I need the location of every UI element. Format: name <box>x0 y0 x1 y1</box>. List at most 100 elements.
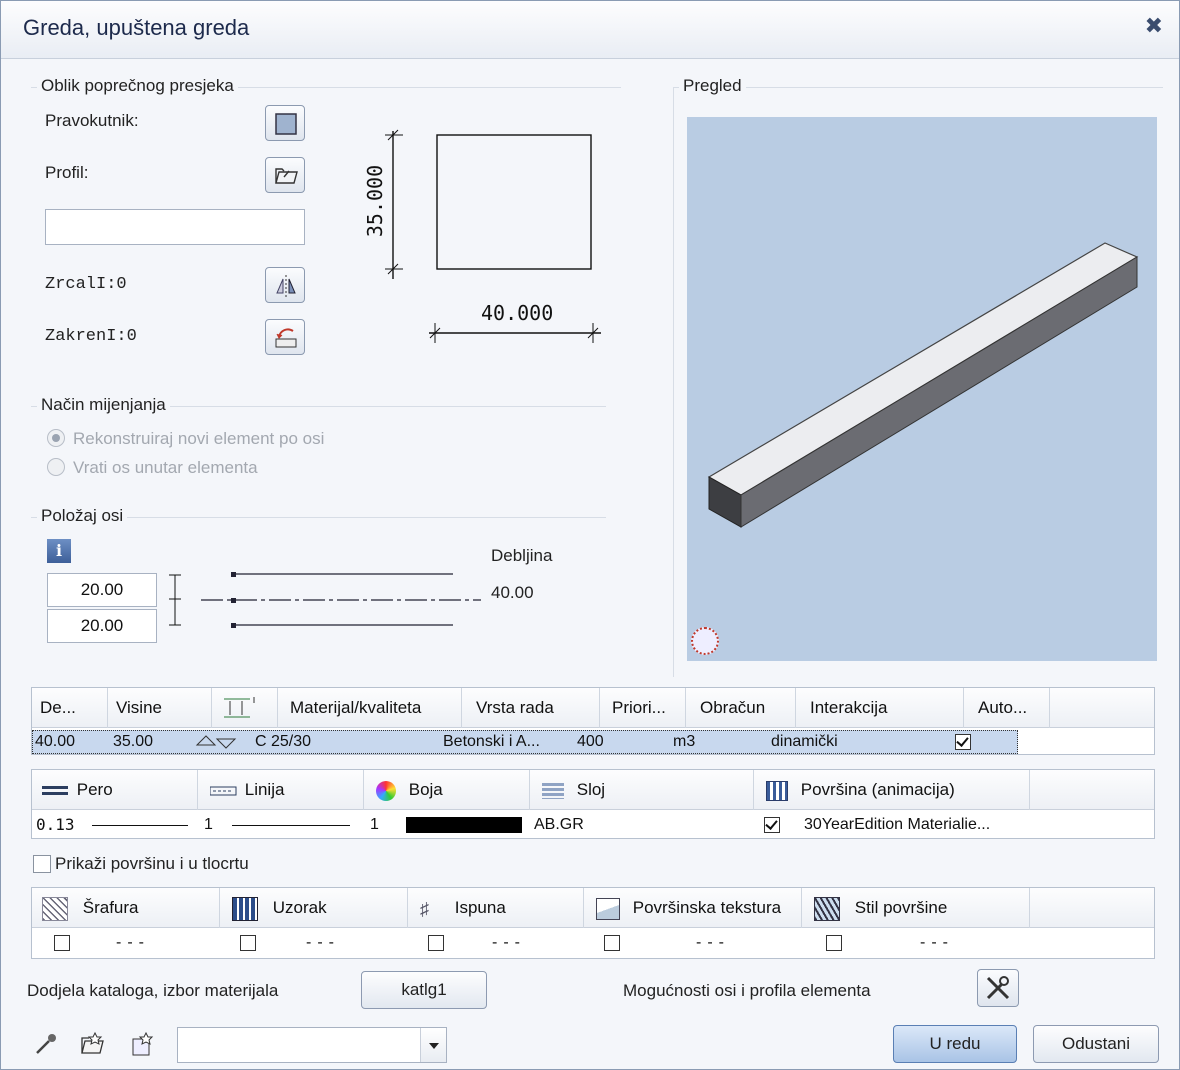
thickness-label: Debljina <box>491 546 553 565</box>
texture-icon <box>596 897 620 920</box>
header-priority[interactable]: Priori... <box>600 688 686 728</box>
axis-title: Položaj osi <box>37 506 128 526</box>
cell-material: C 25/30 <box>255 733 312 750</box>
rotate-label: ZakrenI:0 <box>45 327 137 346</box>
color-wheel-icon <box>376 780 396 801</box>
hatching-checkbox[interactable] <box>54 935 70 951</box>
open-favorite-icon[interactable] <box>79 1031 107 1057</box>
mirror-button[interactable] <box>265 267 305 303</box>
header-length[interactable]: De... <box>32 688 108 728</box>
cross-section-title: Oblik poprečnog presjeka <box>37 76 238 96</box>
mirror-label: ZrcalI:0 <box>45 275 127 294</box>
pen-icon <box>42 785 68 795</box>
header-surface-style[interactable]: Stil površine <box>802 888 1030 928</box>
axis-top-input[interactable]: 20.00 <box>47 573 157 607</box>
window-title: Greda, upuštena greda <box>23 15 250 40</box>
fill-checkbox[interactable] <box>428 935 444 951</box>
cell-interaction: dinamički <box>771 733 838 750</box>
close-icon[interactable]: ✖ <box>1145 13 1163 39</box>
radio-rebuild-label: Rekonstruiraj novi element po osi <box>73 429 325 448</box>
show-surface-checkbox[interactable] <box>33 855 51 873</box>
options-button[interactable] <box>977 969 1019 1007</box>
catalog-button[interactable]: katlg1 <box>361 971 487 1009</box>
pattern-value: --- <box>306 934 340 951</box>
header-surface[interactable]: Površina (animacija) <box>754 770 1030 810</box>
fill-value: --- <box>492 934 526 951</box>
header-line[interactable]: Linija <box>198 770 364 810</box>
beam-3d-view <box>707 242 1139 528</box>
cell-priority: 400 <box>577 733 604 750</box>
surface-table: Šrafura Uzorak ♯ Ispuna Površinska tekst… <box>31 887 1155 959</box>
rectangle-button[interactable] <box>265 105 305 141</box>
preview-viewport[interactable] <box>687 117 1157 661</box>
pattern-checkbox[interactable] <box>240 935 256 951</box>
pattern-icon <box>232 896 258 921</box>
catalog-label: Dodjela kataloga, izbor materijala <box>27 981 279 1000</box>
axis-group: Položaj osi <box>31 506 606 526</box>
info-icon[interactable]: i <box>47 539 71 563</box>
rectangle-icon <box>275 113 297 135</box>
table-row[interactable]: 40.00 35.00 C 25/30 Betonski i A... 400 … <box>32 730 1018 754</box>
combobox-dropdown-button[interactable] <box>420 1028 446 1062</box>
surface-style-value: --- <box>920 934 954 951</box>
header-material[interactable]: Materijal/kvaliteta <box>278 688 462 728</box>
profile-button[interactable] <box>265 157 305 193</box>
cell-height: 35.00 <box>113 733 154 750</box>
mirror-icon <box>276 275 296 297</box>
header-texture[interactable]: Površinska tekstura <box>584 888 802 928</box>
profile-input[interactable] <box>45 209 305 245</box>
hatching-icon <box>42 896 68 921</box>
position-arrows-icon <box>195 735 237 749</box>
navigation-icon[interactable] <box>691 627 719 655</box>
folder-open-icon <box>275 168 298 184</box>
table-row[interactable]: --- --- --- --- --- <box>32 932 1018 956</box>
axis-bottom-input[interactable]: 20.00 <box>47 609 157 643</box>
header-calculation[interactable]: Obračun <box>686 688 796 728</box>
radio-rebuild[interactable] <box>47 429 65 447</box>
header-layer[interactable]: Sloj <box>530 770 754 810</box>
header-auto[interactable]: Auto... <box>964 688 1050 728</box>
cell-color: 1 <box>370 816 379 833</box>
rotate-button[interactable] <box>265 319 305 355</box>
header-pattern[interactable]: Uzorak <box>220 888 408 928</box>
texture-value: --- <box>696 934 730 951</box>
radio-return-axis-label: Vrati os unutar elementa <box>73 458 258 477</box>
surface-style-icon <box>814 896 840 921</box>
cell-position[interactable] <box>195 731 245 753</box>
line-icon <box>209 786 237 796</box>
header-fill[interactable]: ♯ Ispuna <box>408 888 584 928</box>
header-color[interactable]: Boja <box>364 770 530 810</box>
surface-table-header: Šrafura Uzorak ♯ Ispuna Površinska tekst… <box>32 888 1154 928</box>
layers-icon <box>542 782 564 799</box>
header-interaction[interactable]: Interakcija <box>796 688 964 728</box>
profile-label: Profil: <box>45 163 89 182</box>
radio-return-axis[interactable] <box>47 458 65 476</box>
height-dimension: 35.000 <box>363 164 388 238</box>
eyedropper-icon[interactable] <box>33 1031 59 1057</box>
cell-auto-checkbox[interactable] <box>955 734 971 750</box>
header-height[interactable]: Visine <box>108 688 212 728</box>
surface-checkbox[interactable] <box>764 817 780 833</box>
surface-style-checkbox[interactable] <box>826 935 842 951</box>
header-pen[interactable]: Pero <box>32 770 198 810</box>
cancel-button[interactable]: Odustani <box>1033 1025 1159 1063</box>
save-favorite-icon[interactable] <box>129 1031 157 1057</box>
line-preview <box>232 825 350 826</box>
rectangle-label: Pravokutnik: <box>45 111 139 130</box>
texture-checkbox[interactable] <box>604 935 620 951</box>
favorites-combobox[interactable] <box>177 1027 447 1063</box>
chevron-down-icon <box>429 1043 439 1049</box>
cell-pen: 0.13 <box>36 815 75 834</box>
rotate-icon <box>275 328 297 348</box>
header-work-type[interactable]: Vrsta rada <box>462 688 600 728</box>
header-position[interactable] <box>212 688 278 728</box>
ok-button[interactable]: U redu <box>893 1025 1017 1063</box>
thickness-value: 40.00 <box>491 583 534 602</box>
color-swatch <box>406 817 522 833</box>
header-hatching[interactable]: Šrafura <box>32 888 220 928</box>
mode-group: Način mijenjanja <box>31 395 606 415</box>
table-row[interactable]: 0.13 1 1 AB.GR 30YearEdition Materialie.… <box>32 814 1018 838</box>
show-surface-label: Prikaži površinu i u tlocrtu <box>55 854 249 873</box>
options-label: Mogućnosti osi i profila elementa <box>623 981 871 1000</box>
pen-line-preview <box>92 825 188 826</box>
